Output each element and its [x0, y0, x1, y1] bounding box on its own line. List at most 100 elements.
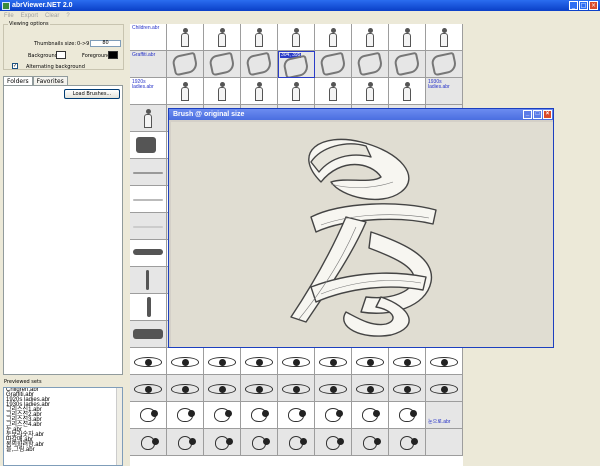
- grid-cell[interactable]: [389, 78, 426, 105]
- popup-minimize-button[interactable]: _: [523, 110, 532, 119]
- grid-cell[interactable]: [130, 321, 167, 348]
- grid-cell[interactable]: [130, 402, 167, 429]
- grid-cell[interactable]: [204, 78, 241, 105]
- grid-cell[interactable]: [204, 348, 241, 375]
- grid-cell[interactable]: [167, 24, 204, 51]
- grid-cell[interactable]: [130, 294, 167, 321]
- grid-cell[interactable]: [130, 132, 167, 159]
- grid-cell[interactable]: [130, 159, 167, 186]
- grid-cell[interactable]: [167, 402, 204, 429]
- figure-thumbnail: [401, 28, 413, 48]
- menu-help[interactable]: ?: [66, 13, 69, 19]
- grid-cell[interactable]: [352, 429, 389, 456]
- grid-cell[interactable]: [389, 429, 426, 456]
- grid-cell[interactable]: [426, 375, 463, 402]
- menu-clear[interactable]: Clear: [45, 13, 59, 19]
- close-button[interactable]: ×: [589, 1, 598, 10]
- brush-preview-title-bar[interactable]: Brush @ original size _ □ ×: [169, 109, 553, 120]
- grid-cell[interactable]: [278, 402, 315, 429]
- grid-cell[interactable]: [130, 267, 167, 294]
- grid-cell[interactable]: [167, 375, 204, 402]
- grid-cell[interactable]: [278, 348, 315, 375]
- grid-cell[interactable]: [315, 375, 352, 402]
- grid-cell[interactable]: [241, 51, 278, 78]
- grid-cell[interactable]: [241, 348, 278, 375]
- previewed-sets-list[interactable]: Children.abr Graffiti.abr 1920s ladies.a…: [3, 387, 123, 466]
- grid-cell[interactable]: [167, 429, 204, 456]
- grid-cell[interactable]: [278, 375, 315, 402]
- grid-cell[interactable]: [352, 348, 389, 375]
- popup-close-button[interactable]: ×: [543, 110, 552, 119]
- grid-cell[interactable]: [389, 348, 426, 375]
- grid-cell[interactable]: [352, 375, 389, 402]
- grid-cell[interactable]: [315, 51, 352, 78]
- brush-thumbnail: [147, 297, 151, 317]
- grid-cell[interactable]: Children.abr: [130, 24, 167, 51]
- grid-cell[interactable]: [389, 24, 426, 51]
- minimize-button[interactable]: _: [569, 1, 578, 10]
- alternating-checkbox[interactable]: ✓: [12, 63, 18, 69]
- figure-thumbnail: [401, 82, 413, 102]
- set-label: Children.abr: [132, 25, 160, 31]
- grid-cell[interactable]: [278, 429, 315, 456]
- grid-cell[interactable]: 1920s ladies.abr: [130, 78, 167, 105]
- grid-cell[interactable]: [130, 240, 167, 267]
- grid-cell[interactable]: [426, 24, 463, 51]
- brush-thumbnail: [136, 137, 156, 153]
- grid-cell[interactable]: [130, 105, 167, 132]
- maximize-button[interactable]: □: [579, 1, 588, 10]
- grid-cell[interactable]: [130, 213, 167, 240]
- grid-cell[interactable]: [130, 375, 167, 402]
- background-swatch[interactable]: [56, 51, 66, 59]
- menu-export[interactable]: Export: [21, 13, 38, 19]
- grid-cell[interactable]: [315, 24, 352, 51]
- foreground-swatch[interactable]: [108, 51, 118, 59]
- list-item[interactable]: 블,그림.abr: [6, 447, 122, 453]
- grid-cell[interactable]: [389, 51, 426, 78]
- grid-cell[interactable]: [315, 429, 352, 456]
- grid-cell[interactable]: [241, 429, 278, 456]
- grid-cell[interactable]: [352, 24, 389, 51]
- grid-cell[interactable]: [315, 78, 352, 105]
- grid-cell[interactable]: [278, 78, 315, 105]
- thumb-size-input[interactable]: 80: [90, 40, 121, 47]
- grid-cell[interactable]: [352, 51, 389, 78]
- grid-cell[interactable]: [241, 24, 278, 51]
- grid-cell[interactable]: [352, 402, 389, 429]
- grid-cell[interactable]: [389, 402, 426, 429]
- list-scrollbar[interactable]: [116, 388, 122, 465]
- grid-cell[interactable]: [426, 348, 463, 375]
- grid-cell[interactable]: 1930s ladies.abr: [426, 78, 463, 105]
- grid-cell-selected[interactable]: 304, 395: [278, 51, 315, 78]
- grid-cell[interactable]: [167, 348, 204, 375]
- grid-cell[interactable]: [130, 429, 167, 456]
- grid-cell[interactable]: [241, 78, 278, 105]
- grid-cell[interactable]: [315, 348, 352, 375]
- grid-cell[interactable]: [167, 78, 204, 105]
- grid-cell[interactable]: 눈으로.abr: [426, 402, 463, 429]
- grid-cell[interactable]: [426, 51, 463, 78]
- grid-cell[interactable]: Graffiti.abr: [130, 51, 167, 78]
- eye-thumbnail: [282, 384, 310, 394]
- grid-cell[interactable]: [204, 51, 241, 78]
- grid-cell[interactable]: [352, 78, 389, 105]
- grid-cell[interactable]: [167, 51, 204, 78]
- tab-favorites[interactable]: Favorites: [32, 76, 68, 85]
- grid-cell[interactable]: [204, 402, 241, 429]
- thumb-size-label: Thumbnails size:: [34, 41, 77, 47]
- grid-cell[interactable]: [278, 24, 315, 51]
- tab-folders[interactable]: Folders: [3, 76, 33, 85]
- grid-cell[interactable]: [241, 402, 278, 429]
- grid-cell[interactable]: [130, 186, 167, 213]
- popup-maximize-button[interactable]: □: [533, 110, 542, 119]
- menu-file[interactable]: File: [4, 13, 14, 19]
- grid-cell[interactable]: [204, 429, 241, 456]
- grid-cell[interactable]: [389, 375, 426, 402]
- brush-preview-window[interactable]: Brush @ original size _ □ ×: [168, 108, 554, 348]
- grid-cell[interactable]: [315, 402, 352, 429]
- load-brushes-button[interactable]: Load Brushes...: [64, 89, 120, 99]
- grid-cell[interactable]: [204, 375, 241, 402]
- grid-cell[interactable]: [241, 375, 278, 402]
- grid-cell[interactable]: [204, 24, 241, 51]
- grid-cell[interactable]: [130, 348, 167, 375]
